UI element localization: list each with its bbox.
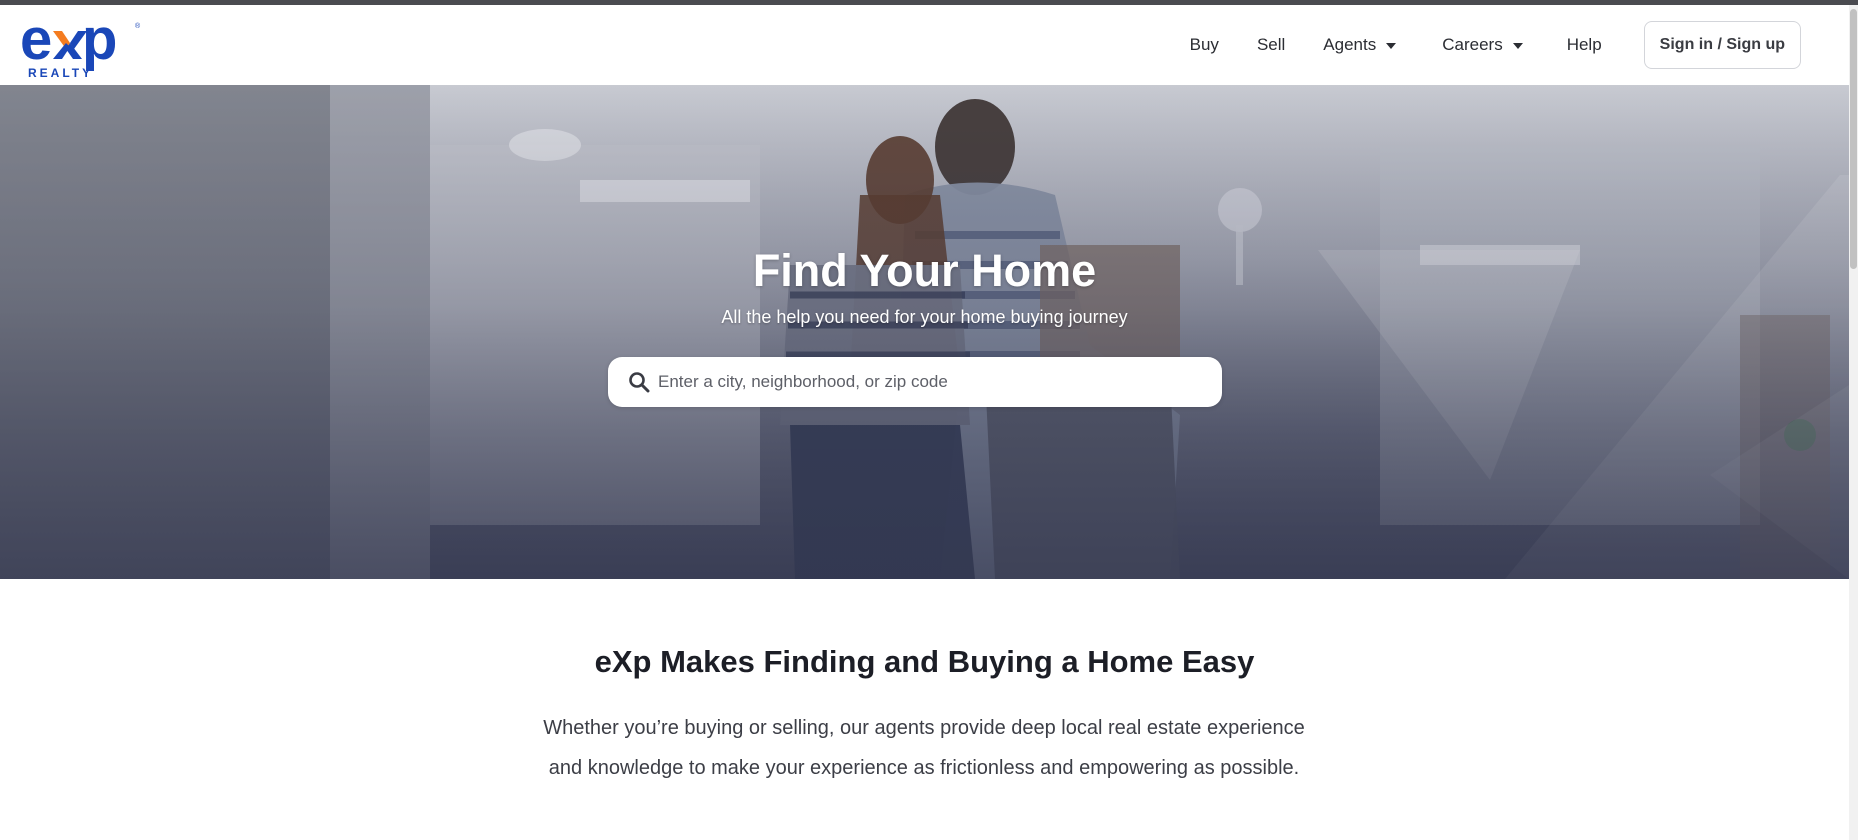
svg-text:REALTY: REALTY bbox=[28, 66, 93, 80]
hero-overlay bbox=[0, 85, 1849, 579]
hero-banner: Find Your Home All the help you need for… bbox=[0, 85, 1849, 579]
svg-text:e: e bbox=[20, 13, 52, 72]
intro-text: Whether you’re buying or selling, our ag… bbox=[543, 717, 1305, 779]
page-scrollbar[interactable] bbox=[1849, 5, 1858, 840]
nav-careers-dropdown[interactable]: Careers bbox=[1442, 35, 1523, 55]
page: e p ® REALTY Buy Sell Agents Careers Hel… bbox=[0, 0, 1858, 840]
site-header: e p ® REALTY Buy Sell Agents Careers Hel… bbox=[0, 5, 1849, 85]
nav-agents-dropdown[interactable]: Agents bbox=[1323, 35, 1397, 55]
hero-subtitle: All the help you need for your home buyi… bbox=[721, 307, 1128, 327]
caret-down-icon bbox=[1386, 43, 1397, 49]
nav-help-label: Help bbox=[1566, 35, 1602, 54]
nav-buy-link[interactable]: Buy bbox=[1190, 35, 1219, 55]
nav-sell-label: Sell bbox=[1256, 35, 1286, 54]
home-search-bar[interactable] bbox=[608, 357, 1222, 407]
intro-title: eXp Makes Finding and Buying a Home Easy bbox=[594, 644, 1255, 679]
nav-agents-label: Agents bbox=[1323, 35, 1377, 54]
nav-help-link[interactable]: Help bbox=[1567, 35, 1602, 55]
signin-signup-button[interactable]: Sign in / Sign up bbox=[1643, 21, 1801, 69]
svg-text:p: p bbox=[82, 13, 117, 72]
search-icon bbox=[628, 371, 650, 393]
main-nav: Buy Sell Agents Careers Help Sign in / S… bbox=[1190, 5, 1801, 85]
caret-down-icon bbox=[1512, 43, 1523, 49]
scrollbar-thumb[interactable] bbox=[1850, 9, 1857, 269]
exp-realty-logo[interactable]: e p ® REALTY bbox=[20, 7, 146, 81]
logo-graphic: e p ® REALTY bbox=[20, 7, 141, 80]
nav-careers-label: Careers bbox=[1442, 35, 1503, 54]
nav-buy-label: Buy bbox=[1189, 35, 1219, 54]
hero-title: Find Your Home bbox=[752, 245, 1097, 296]
search-input[interactable] bbox=[656, 371, 1196, 393]
svg-text:®: ® bbox=[135, 22, 141, 30]
nav-sell-link[interactable]: Sell bbox=[1257, 35, 1285, 55]
